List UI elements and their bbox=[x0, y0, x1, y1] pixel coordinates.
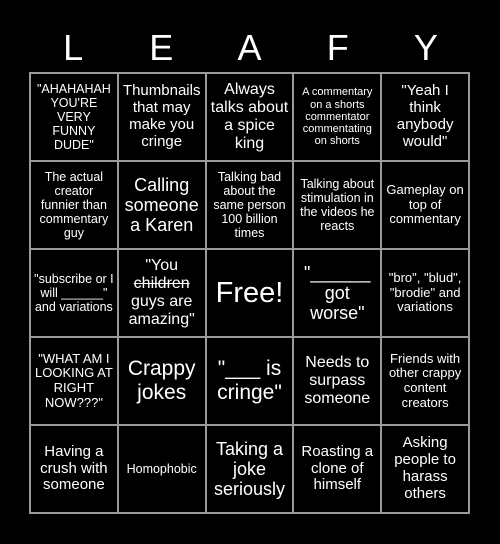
bingo-cell[interactable]: "WHAT AM I LOOKING AT RIGHT NOW???" bbox=[30, 337, 118, 425]
bingo-cell[interactable]: Always talks about a spice king bbox=[205, 73, 294, 161]
bingo-cell[interactable]: A commentary on a shorts commentator com… bbox=[293, 73, 382, 161]
bingo-cell[interactable]: Gameplay on top of commentary bbox=[381, 161, 469, 249]
bingo-cell[interactable]: Homophobic bbox=[117, 425, 206, 513]
cell-text: Gameplay on top of commentary bbox=[386, 182, 464, 227]
bingo-cell[interactable]: "AHAHAHAH YOU'RE VERY FUNNY DUDE" bbox=[30, 73, 118, 161]
bingo-cell[interactable]: Friends with other crappy content creato… bbox=[381, 337, 469, 425]
header-letter-f: F bbox=[326, 27, 349, 68]
cell-text: Homophobic bbox=[126, 462, 197, 476]
cell-text: "Yeah I think anybody would" bbox=[396, 82, 454, 150]
bingo-cell[interactable]: Talking about stimulation in the videos … bbox=[293, 161, 382, 249]
cell-text: "WHAT AM I LOOKING AT RIGHT NOW???" bbox=[35, 350, 113, 410]
header-letter-e: E bbox=[149, 27, 174, 68]
cell-text: Asking people to harass others bbox=[394, 434, 456, 502]
bingo-cell[interactable]: "bro", "blud", "brodie" and variations bbox=[381, 249, 469, 337]
bingo-cell[interactable]: Crappy jokes bbox=[117, 337, 206, 425]
cell-text-before: "You bbox=[145, 257, 179, 275]
header-letter-y: Y bbox=[413, 27, 438, 68]
cell-text: Calling someone a Karen bbox=[124, 174, 199, 236]
bingo-cell[interactable]: "You children guys are amazing" bbox=[117, 249, 206, 337]
bingo-cell[interactable]: Thumbnails that may make you cringe bbox=[117, 73, 206, 161]
bingo-cell[interactable]: Asking people to harass others bbox=[381, 425, 469, 513]
free-space-label: Free! bbox=[215, 276, 284, 309]
bingo-cell[interactable]: Needs to surpass someone bbox=[293, 337, 382, 425]
cell-text: "AHAHAHAH YOU'RE VERY FUNNY DUDE" bbox=[36, 82, 111, 152]
free-space-cell[interactable]: Free! bbox=[205, 249, 294, 337]
bingo-cell[interactable]: The actual creator funnier than commenta… bbox=[30, 161, 118, 249]
cell-text: "___ is cringe" bbox=[217, 357, 282, 404]
cell-text: Talking bad about the same person 100 bi… bbox=[213, 170, 286, 240]
bingo-cell[interactable]: Roasting a clone of himself bbox=[293, 425, 382, 513]
cell-text: A commentary on a shorts commentator com… bbox=[302, 86, 373, 148]
bingo-cell[interactable]: Taking a joke seriously bbox=[205, 425, 294, 513]
bingo-cell[interactable]: Having a crush with someone bbox=[30, 425, 118, 513]
cell-text: Thumbnails that may make you cringe bbox=[122, 82, 201, 150]
bingo-cell[interactable]: "______ got worse" bbox=[293, 249, 382, 337]
cell-text: Friends with other crappy content creato… bbox=[388, 350, 462, 410]
cell-text: "bro", "blud", "brodie" and variations bbox=[388, 270, 462, 315]
cell-text: "______ got worse" bbox=[304, 262, 371, 324]
header-letter-l: L bbox=[63, 27, 84, 68]
header-letter-a: A bbox=[237, 27, 262, 68]
cell-text: Crappy jokes bbox=[127, 357, 196, 404]
cell-text: Always talks about a spice king bbox=[210, 81, 289, 152]
bingo-cell[interactable]: "subscribe or I will ______" and variati… bbox=[30, 249, 118, 337]
bingo-cell[interactable]: Talking bad about the same person 100 bi… bbox=[205, 161, 294, 249]
bingo-grid: "AHAHAHAH YOU'RE VERY FUNNY DUDE" Thumbn… bbox=[29, 72, 470, 514]
cell-text: The actual creator funnier than commenta… bbox=[39, 170, 109, 240]
cell-text: Talking about stimulation in the videos … bbox=[300, 177, 375, 233]
bingo-cell[interactable]: Calling someone a Karen bbox=[117, 161, 206, 249]
struck-word: children bbox=[133, 275, 190, 293]
cell-text: Having a crush with someone bbox=[40, 442, 108, 494]
cell-text-after: guys are amazing" bbox=[128, 293, 195, 328]
cell-text: "subscribe or I will ______" and variati… bbox=[34, 272, 114, 314]
bingo-cell[interactable]: "Yeah I think anybody would" bbox=[381, 73, 469, 161]
cell-text: Needs to surpass someone bbox=[304, 354, 371, 407]
bingo-cell[interactable]: "___ is cringe" bbox=[205, 337, 294, 425]
bingo-header: L E A F Y bbox=[29, 24, 470, 72]
cell-text: Taking a joke seriously bbox=[213, 438, 285, 500]
cell-text: "You children guys are amazing" bbox=[122, 257, 202, 329]
cell-text: Roasting a clone of himself bbox=[301, 442, 374, 494]
